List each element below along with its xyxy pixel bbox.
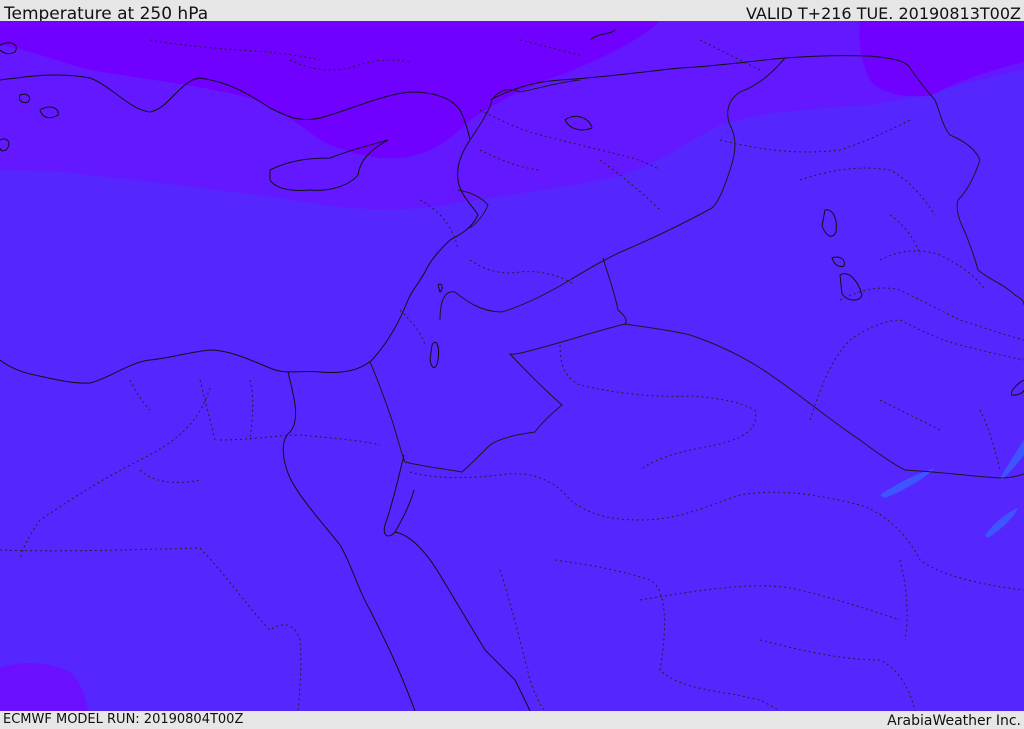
brand-label: ArabiaWeather Inc. [887, 713, 1021, 729]
map-canvas [0, 21, 1024, 711]
header-bar: Temperature at 250 hPa VALID T+216 TUE. … [0, 0, 1024, 24]
footer-bar: ECMWF MODEL RUN: 20190804T00Z ArabiaWeat… [0, 711, 1024, 729]
model-run-label: ECMWF MODEL RUN: 20190804T00Z [3, 712, 244, 727]
weather-map[interactable] [0, 21, 1024, 711]
